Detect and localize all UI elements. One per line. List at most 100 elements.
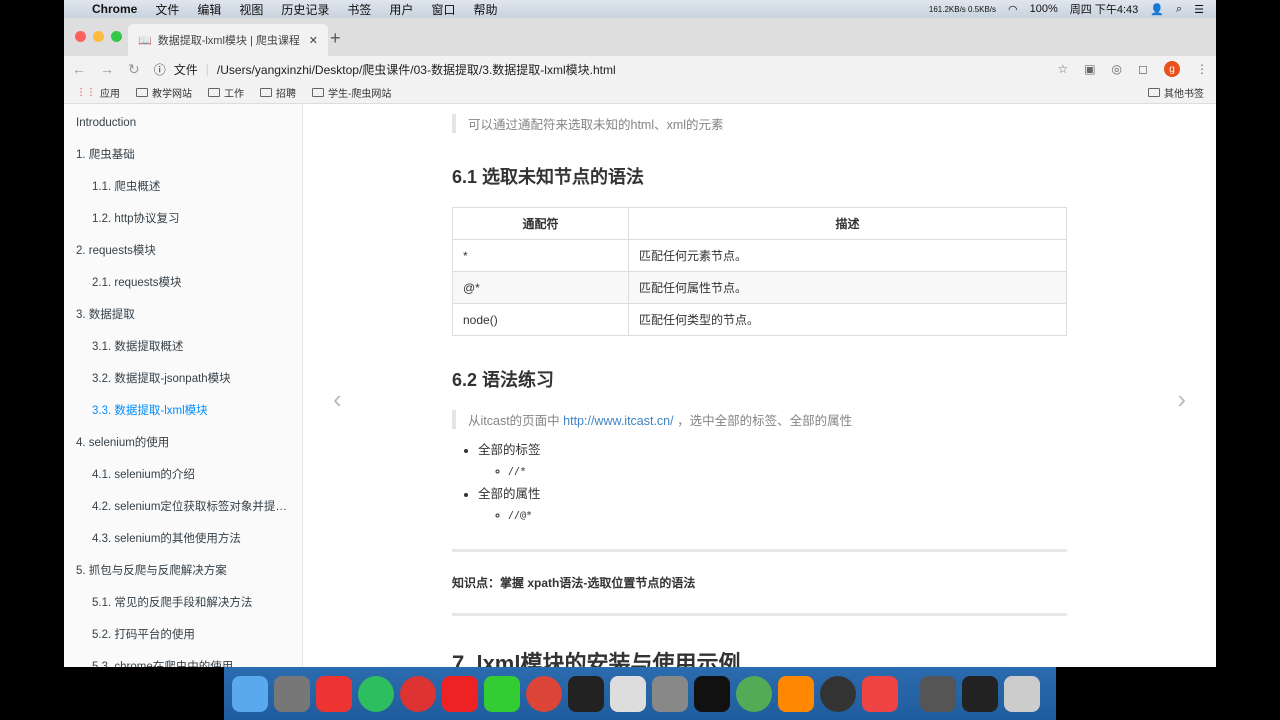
system-preferences-icon[interactable]: [652, 675, 688, 712]
wifi-icon[interactable]: ◠: [1008, 3, 1018, 16]
xmind-icon[interactable]: [316, 675, 352, 712]
sidebar-item[interactable]: 5. 抓包与反爬与反爬解决方案: [64, 559, 302, 591]
trash-icon[interactable]: [1004, 675, 1040, 712]
sidebar-item[interactable]: 2.1. requests模块: [64, 271, 302, 303]
folder-icon: [136, 88, 148, 97]
evernote-icon[interactable]: [358, 675, 394, 712]
clock[interactable]: 周四 下午4:43: [1070, 1, 1138, 17]
section-heading: 6.2 语法练习: [452, 370, 555, 390]
more-menu-icon[interactable]: ⋮: [1196, 62, 1208, 76]
address-path[interactable]: /Users/yangxinzhi/Desktop/爬虫课件/03-数据提取/3…: [217, 61, 616, 78]
menu-view[interactable]: 视图: [239, 1, 263, 18]
knowledge-point: 知识点：掌握 xpath语法-选取位置节点的语法: [452, 576, 696, 590]
spotlight-icon[interactable]: ⌕: [1176, 3, 1182, 16]
obs-icon[interactable]: [820, 675, 856, 712]
menu-file[interactable]: 文件: [155, 1, 179, 18]
bookmark-folder[interactable]: 教学网站: [136, 85, 192, 100]
bookmark-folder[interactable]: 学生-爬虫网站: [312, 85, 391, 100]
bookmark-folder[interactable]: 招聘: [260, 85, 296, 100]
youdao-icon[interactable]: [442, 675, 478, 712]
chrome-icon[interactable]: [526, 675, 562, 712]
notification-icon[interactable]: ☰: [1194, 3, 1204, 16]
launchpad-icon[interactable]: [274, 675, 310, 712]
terminal-icon[interactable]: [694, 675, 730, 712]
pycharm-icon[interactable]: [568, 675, 604, 712]
sidebar-item[interactable]: 3. 数据提取: [64, 303, 302, 335]
app-icon[interactable]: [484, 675, 520, 712]
profile-avatar[interactable]: g: [1164, 61, 1180, 77]
sidebar-item[interactable]: 4.3. selenium的其他使用方法: [64, 527, 302, 559]
folder-icon: [260, 88, 272, 97]
vlc-icon[interactable]: [778, 675, 814, 712]
bookmark-label: 工作: [224, 89, 244, 100]
reload-icon[interactable]: ↻: [128, 61, 140, 78]
table-cell: 匹配任何元素节点。: [628, 239, 1067, 272]
exercise-quote: 从itcast的页面中 http://www.itcast.cn/ ，选中全部的…: [452, 410, 1067, 429]
close-window-button[interactable]: [75, 31, 86, 42]
forward-icon[interactable]: →: [100, 61, 114, 77]
sidebar-item[interactable]: 2. requests模块: [64, 239, 302, 271]
menu-user[interactable]: 用户: [389, 1, 413, 18]
menu-edit[interactable]: 编辑: [197, 1, 221, 18]
menu-history[interactable]: 历史记录: [281, 1, 329, 18]
bookmark-apps[interactable]: ⋮⋮ 应用: [76, 85, 120, 100]
bookmarks-bar: ⋮⋮ 应用 教学网站 工作 招聘 学生-爬虫网站 其他书签: [64, 82, 1216, 104]
sidebar-item[interactable]: 1.1. 爬虫概述: [64, 175, 302, 207]
itcast-link[interactable]: http://www.itcast.cn/: [563, 414, 673, 428]
extension-icon[interactable]: ▣: [1084, 62, 1095, 76]
sidebar-item[interactable]: 4. selenium的使用: [64, 431, 302, 463]
info-icon[interactable]: ⓘ: [154, 61, 166, 78]
sidebar-item[interactable]: 5.2. 打码平台的使用: [64, 623, 302, 655]
next-page-icon[interactable]: ›: [1177, 384, 1186, 415]
address-bar[interactable]: ⓘ 文件 | /Users/yangxinzhi/Desktop/爬虫课件/03…: [154, 57, 1044, 81]
new-tab-button[interactable]: +: [330, 28, 341, 49]
menu-window[interactable]: 窗口: [431, 1, 455, 18]
battery-percent[interactable]: 100%: [1030, 3, 1058, 15]
close-tab-icon[interactable]: ✕: [309, 34, 318, 47]
bookmark-label: 其他书签: [1164, 89, 1204, 100]
folder-icon: [208, 88, 220, 97]
app-icon[interactable]: [962, 675, 998, 712]
quote-text: ，选中全部的标签、全部的属性: [673, 414, 853, 428]
bookmark-folder[interactable]: 工作: [208, 85, 244, 100]
sidebar-item[interactable]: 3.3. 数据提取-lxml模块: [64, 399, 302, 431]
table-row: node() 匹配任何类型的节点。: [452, 303, 1067, 336]
list-item: 全部的属性 //@*: [478, 483, 1067, 527]
sidebar-item[interactable]: 5.3. chrome在爬虫中的使用: [64, 655, 302, 667]
menu-app-name[interactable]: Chrome: [92, 2, 137, 16]
sidebar-item[interactable]: 4.1. selenium的介绍: [64, 463, 302, 495]
sidebar-item[interactable]: 5.1. 常见的反爬手段和解决方法: [64, 591, 302, 623]
other-bookmarks[interactable]: 其他书签: [1148, 85, 1204, 100]
folder-icon: [312, 88, 324, 97]
netease-music-icon[interactable]: [400, 675, 436, 712]
sidebar-item[interactable]: 3.2. 数据提取-jsonpath模块: [64, 367, 302, 399]
preview-icon[interactable]: [610, 675, 646, 712]
bookmark-label: 学生-爬虫网站: [328, 89, 392, 100]
app-icon[interactable]: [862, 675, 898, 712]
extension-icon[interactable]: ◎: [1112, 62, 1122, 76]
minimize-window-button[interactable]: [93, 31, 104, 42]
zoom-window-button[interactable]: [111, 31, 122, 42]
back-icon[interactable]: ←: [72, 61, 86, 77]
sidebar-item[interactable]: 3.1. 数据提取概述: [64, 335, 302, 367]
menu-help[interactable]: 帮助: [473, 1, 497, 18]
list-label: 全部的标签: [478, 443, 541, 457]
extension-icon[interactable]: ◻: [1138, 62, 1148, 76]
menu-bookmarks[interactable]: 书签: [347, 1, 371, 18]
tab-active[interactable]: 📖 数据提取-lxml模块 | 爬虫课程 ✕: [128, 24, 328, 56]
sidebar-item[interactable]: Introduction: [64, 111, 302, 143]
code-item: //*: [508, 461, 1067, 483]
apps-grid-icon: ⋮⋮: [76, 87, 96, 98]
user-icon[interactable]: 👤: [1150, 3, 1164, 16]
dock: [0, 667, 1280, 720]
sidebar-item[interactable]: 1. 爬虫基础: [64, 143, 302, 175]
finder-icon[interactable]: [232, 675, 268, 712]
sidebar-item[interactable]: 1.2. http协议复习: [64, 207, 302, 239]
bookmark-star-icon[interactable]: ☆: [1057, 62, 1068, 76]
atom-icon[interactable]: [736, 675, 772, 712]
toolbar: ← → ↻ ⓘ 文件 | /Users/yangxinzhi/Desktop/爬…: [64, 56, 1216, 82]
sidebar-item[interactable]: 4.2. selenium定位获取标签对象并提取数据: [64, 495, 302, 527]
screenshot-icon[interactable]: [920, 675, 956, 712]
prev-page-icon[interactable]: ‹: [333, 384, 342, 415]
tab-bar: 📖 数据提取-lxml模块 | 爬虫课程 ✕ +: [64, 18, 1216, 56]
